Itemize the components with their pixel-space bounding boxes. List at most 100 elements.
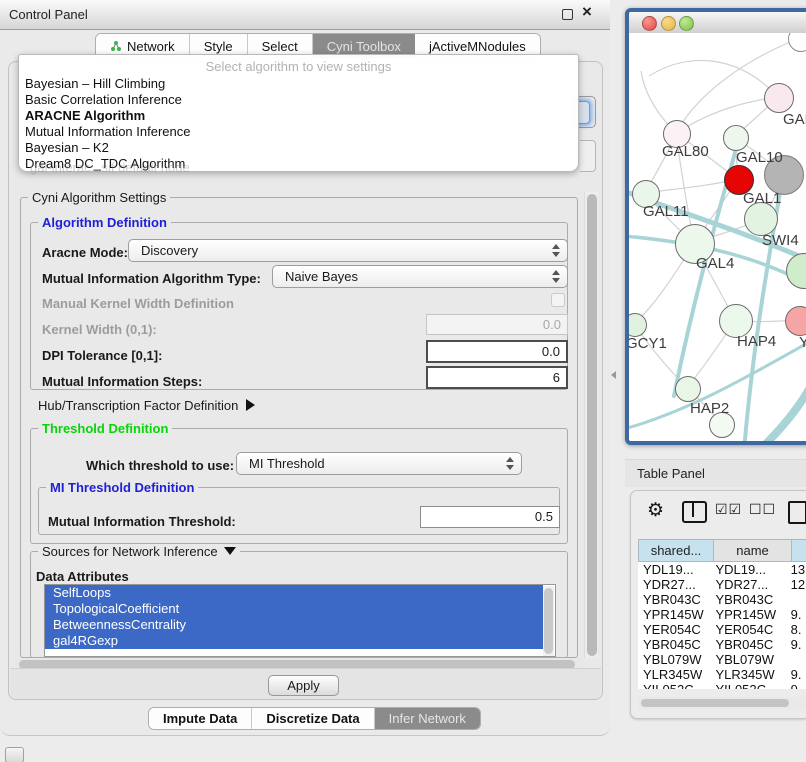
algorithm-option-selected[interactable]: ARACNE Algorithm	[25, 108, 145, 124]
algorithm-dropdown-popup: Select algorithm to view settings Bayesi…	[18, 54, 579, 172]
cell	[786, 592, 806, 607]
cell: YPR145W	[710, 607, 785, 622]
network-node-gal-partial[interactable]	[764, 83, 794, 113]
attribute-item[interactable]: SelfLoops	[45, 585, 543, 601]
node-label: GCY1	[629, 335, 667, 352]
close-traffic-light[interactable]	[642, 16, 657, 31]
cell: 9.	[786, 607, 806, 622]
mi-threshold-label: Mutual Information Threshold:	[48, 514, 236, 529]
which-threshold-label: Which threshold to use:	[86, 458, 234, 473]
table-row[interactable]: YDR27...YDR27...12	[638, 577, 806, 592]
table-row[interactable]: YBR045CYBR045C9.	[638, 637, 806, 652]
threshold-definition-title: Threshold Definition	[38, 422, 172, 435]
cell: YLR345W	[638, 667, 710, 682]
attribute-item[interactable]: BetweennessCentrality	[45, 617, 543, 633]
tab-network-label: Network	[127, 39, 175, 54]
table-settings-gear-icon[interactable]: ⚙	[647, 501, 664, 521]
apply-button[interactable]: Apply	[268, 675, 339, 696]
cell: 9.	[786, 637, 806, 652]
deselect-all-checks-icon[interactable]: ☐☐	[749, 501, 776, 518]
sources-toggle[interactable]: Sources for Network Inference	[38, 545, 240, 558]
cell: YBR043C	[638, 592, 710, 607]
attributes-scrollbar[interactable]	[543, 586, 554, 657]
table-row[interactable]: YER054CYER054C8.	[638, 622, 806, 637]
column-header-shared-name[interactable]: shared...	[638, 539, 714, 562]
mi-steps-label: Mutual Information Steps:	[42, 374, 202, 389]
hidden-combobox-fragment	[580, 140, 596, 172]
mi-type-combobox[interactable]: Naive Bayes	[272, 265, 568, 288]
network-node-swi4[interactable]	[744, 202, 778, 236]
split-columns-icon[interactable]	[682, 501, 707, 523]
algorithm-option[interactable]: Basic Correlation Inference	[25, 92, 182, 108]
close-icon[interactable]: ×	[582, 5, 592, 19]
network-canvas[interactable]: GAL GAL80 GAL10 GAL1 GAL11 SWI4 GAL4 GCY…	[629, 33, 806, 441]
table-row[interactable]: YDL19...YDL19...13	[638, 562, 806, 577]
mi-steps-field[interactable]: 6	[426, 366, 568, 389]
cell: YDR27...	[638, 577, 710, 592]
manual-kernel-checkbox[interactable]	[551, 293, 565, 307]
column-header-name[interactable]: name	[714, 539, 792, 562]
hub-definition-toggle[interactable]: Hub/Transcription Factor Definition	[38, 398, 255, 413]
cell: YER054C	[710, 622, 785, 637]
node-label: HAP2	[690, 400, 729, 417]
aracne-mode-combobox[interactable]: Discovery	[128, 239, 568, 262]
table-row[interactable]: YBR043CYBR043C	[638, 592, 806, 607]
tab-impute-data-label: Impute Data	[163, 711, 237, 726]
table-body[interactable]: YDL19...YDL19...13 YDR27...YDR27...12 YB…	[638, 562, 806, 689]
algorithm-option[interactable]: Mutual Information Inference	[25, 124, 190, 140]
kernel-width-field[interactable]: 0.0	[426, 314, 568, 335]
column-header-partial[interactable]	[792, 539, 806, 562]
dpi-tolerance-field[interactable]: 0.0	[426, 340, 568, 363]
data-attributes-list: SelfLoops TopologicalCoefficient Between…	[44, 584, 556, 657]
cell: YIL052C	[638, 682, 710, 689]
tab-impute-data[interactable]: Impute Data	[149, 708, 252, 729]
splitter-handle[interactable]	[611, 371, 616, 379]
table-row[interactable]: YLR345WYLR345W9.	[638, 667, 806, 682]
tab-discretize-data[interactable]: Discretize Data	[252, 708, 374, 729]
node-label: GAL	[783, 111, 806, 128]
minimize-traffic-light[interactable]	[661, 16, 676, 31]
network-node-gal10[interactable]	[723, 125, 749, 151]
node-label: GAL10	[736, 149, 783, 166]
kernel-width-label: Kernel Width (0,1):	[42, 322, 157, 337]
table-header-row: shared... name	[638, 539, 806, 562]
stepper-arrows-icon	[545, 244, 567, 257]
mi-threshold-field[interactable]: 0.5	[420, 506, 560, 528]
tab-infer-network[interactable]: Infer Network	[375, 708, 480, 729]
attribute-item[interactable]: gal4RGexp	[45, 633, 543, 649]
table-row[interactable]: YIL052CYIL052C9	[638, 682, 806, 689]
dpi-tolerance-label: DPI Tolerance [0,1]:	[42, 348, 162, 363]
tab-select-label: Select	[262, 39, 298, 54]
control-panel-window: Control Panel × Network Style Select Cy	[0, 0, 610, 736]
cell: YBR045C	[638, 637, 710, 652]
algorithm-option[interactable]: Bayesian – Hill Climbing	[25, 76, 165, 92]
mi-threshold-group-title: MI Threshold Definition	[46, 481, 198, 494]
node-label: HAP4	[737, 333, 776, 350]
cyni-algorithm-settings-title: Cyni Algorithm Settings	[28, 191, 170, 204]
cell: 9	[786, 682, 806, 689]
table-horizontal-scrollbar[interactable]	[638, 697, 806, 709]
cell: YLR345W	[710, 667, 785, 682]
float-window-icon[interactable]	[562, 9, 573, 20]
cell: YBR045C	[710, 637, 785, 652]
document-icon[interactable]	[788, 501, 806, 524]
settings-vertical-scrollbar[interactable]	[584, 192, 598, 658]
network-icon	[110, 40, 122, 52]
zoom-traffic-light[interactable]	[679, 16, 694, 31]
algorithm-option[interactable]: Bayesian – K2	[25, 140, 109, 156]
which-threshold-combobox[interactable]: MI Threshold	[236, 452, 522, 475]
node-label: Y	[799, 334, 806, 351]
collapse-panel-button[interactable]	[5, 747, 24, 762]
cell: YDL19...	[710, 562, 785, 577]
attribute-item[interactable]: TopologicalCoefficient	[45, 601, 543, 617]
table-row[interactable]: YPR145WYPR145W9.	[638, 607, 806, 622]
cell: YDL19...	[638, 562, 710, 577]
network-node-hap2[interactable]	[675, 376, 701, 402]
table-panel-header: Table Panel	[625, 459, 806, 487]
network-window-titlebar	[629, 12, 806, 34]
tab-infer-network-label: Infer Network	[389, 711, 466, 726]
select-all-checks-icon[interactable]: ☑☑	[715, 501, 742, 518]
node-label: GAL4	[696, 255, 734, 272]
node-label: GAL1	[743, 190, 781, 207]
table-row[interactable]: YBL079WYBL079W	[638, 652, 806, 667]
